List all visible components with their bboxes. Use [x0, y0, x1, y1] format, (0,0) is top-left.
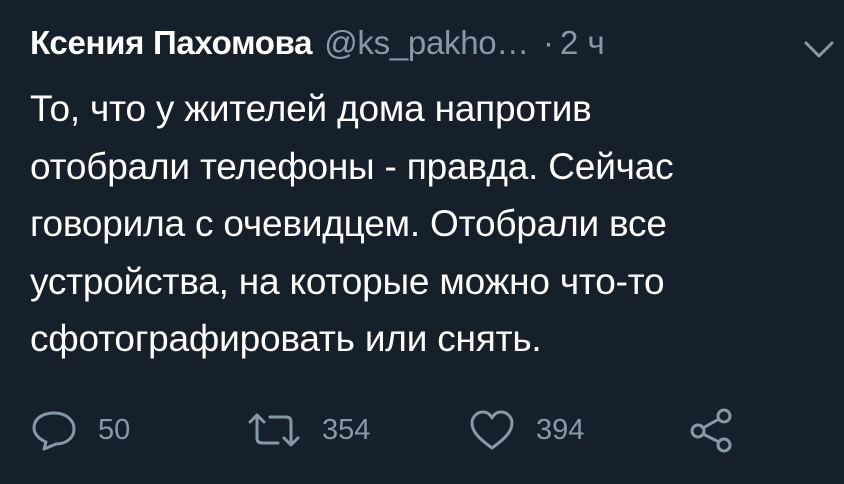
tweet-timestamp[interactable]: 2 ч	[560, 24, 605, 62]
retweet-icon	[248, 413, 300, 447]
reply-button[interactable]: 50	[30, 400, 130, 460]
tweet-text-line: устройства, на которые можно что-то	[30, 260, 665, 302]
tweet-text-line: То, что у жителей дома напротив	[30, 88, 592, 129]
tweet-header: Ксения Пахомова @ks_pakho… · 2 ч	[30, 24, 605, 68]
retweet-count: 354	[322, 413, 371, 446]
retweet-button[interactable]: 354	[246, 400, 370, 460]
author-handle[interactable]: @ks_pakho…	[324, 24, 529, 62]
chevron-down-icon	[804, 41, 834, 58]
like-button[interactable]: 394	[468, 400, 584, 460]
tweet-card: Ксения Пахомова @ks_pakho… · 2 ч То, что…	[0, 0, 844, 484]
tweet-text-line: отобрали телефоны - правда. Сейчас	[30, 145, 674, 187]
reply-count: 50	[98, 413, 131, 446]
tweet-text-line: говорила с очевидцем. Отобрали все	[30, 203, 667, 244]
tweet-text: То, что у жителей дома напротив отобрали…	[30, 80, 830, 368]
tweet-actions: 50 354 394	[0, 400, 844, 460]
share-button[interactable]	[688, 400, 736, 460]
tweet-text-line: сфотографировать или снять.	[30, 318, 542, 359]
heart-icon	[470, 410, 514, 450]
like-count: 394	[536, 413, 585, 446]
tweet-menu-button[interactable]	[802, 38, 836, 62]
author-name[interactable]: Ксения Пахомова	[30, 24, 313, 62]
share-icon	[690, 408, 732, 453]
header-separator: ·	[543, 24, 554, 61]
reply-icon	[32, 411, 76, 451]
